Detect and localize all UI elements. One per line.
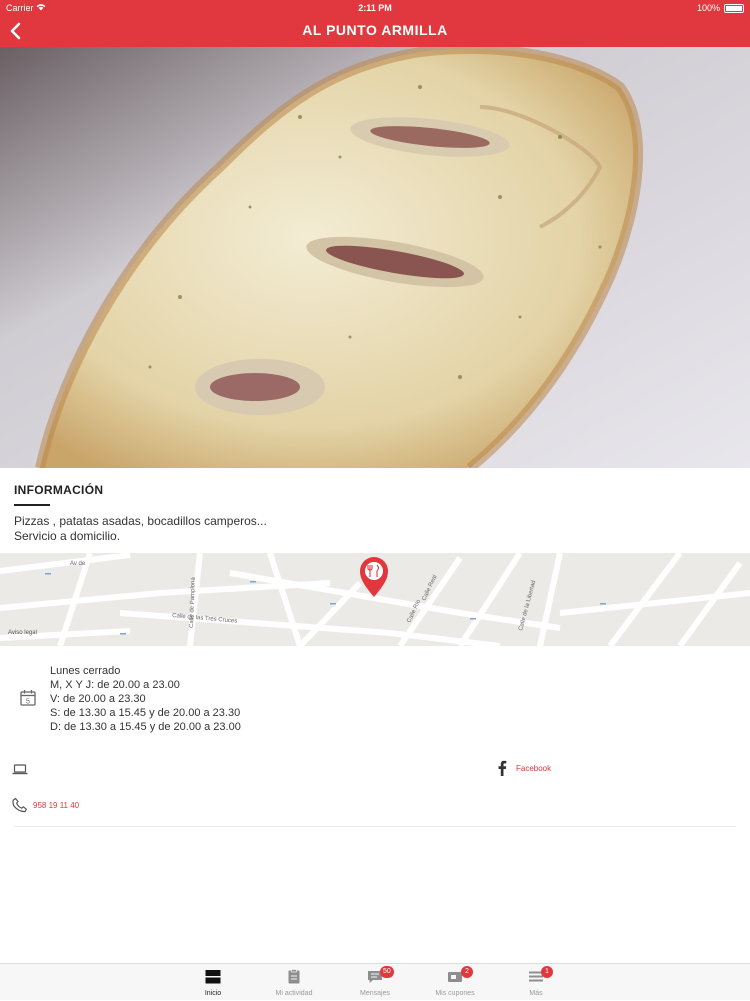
- hours-line: D: de 13.30 a 15.45 y de 20.00 a 23.00: [50, 721, 241, 733]
- battery-icon: [724, 4, 744, 13]
- opening-hours: Lunes cerrado M, X Y J: de 20.00 a 23.00…: [50, 664, 241, 734]
- tab-mas[interactable]: 1 Más: [496, 964, 576, 1001]
- facebook-link[interactable]: Facebook: [516, 764, 551, 773]
- calendar-icon: 5: [20, 689, 36, 711]
- tab-label: Mensajes: [360, 990, 390, 997]
- battery-percentage: 100%: [696, 3, 720, 13]
- hours-line: M, X Y J: de 20.00 a 23.00: [50, 679, 180, 691]
- map-pin-icon[interactable]: [360, 557, 388, 597]
- hours-line: Lunes cerrado: [50, 665, 121, 677]
- info-title: INFORMACIÓN: [14, 483, 104, 497]
- tab-inicio[interactable]: Inicio: [173, 964, 253, 1001]
- messages-badge: 50: [380, 966, 394, 978]
- info-title-underline: [14, 504, 50, 506]
- status-time: 2:11 PM: [358, 3, 392, 13]
- header: Carrier 2:11 PM 100% AL PUNTO ARMILLA: [0, 0, 750, 47]
- hours-line: V: de 20.00 a 23.30: [50, 693, 146, 705]
- location-map[interactable]: Av de Calle de Pamplona Calle de las Tre…: [0, 553, 750, 646]
- clipboard-icon: [286, 969, 302, 984]
- tab-label: Más: [529, 990, 543, 997]
- more-badge: 1: [541, 966, 553, 978]
- tab-label: Mis cupones: [435, 990, 475, 997]
- tab-label: Mi actividad: [275, 990, 313, 997]
- status-bar: Carrier 2:11 PM 100%: [0, 0, 750, 16]
- map-street-label: Calle de las Tres Cruces: [172, 613, 238, 625]
- phone-icon[interactable]: [12, 797, 28, 818]
- phone-link[interactable]: 958 19 11 40: [33, 801, 79, 810]
- svg-text:5: 5: [26, 699, 30, 706]
- tab-bar: Inicio Mi actividad 50 Mensajes 2 Mis cu…: [0, 963, 750, 1000]
- info-description: Pizzas , patatas asadas, bocadillos camp…: [14, 514, 267, 544]
- tab-mensajes[interactable]: 50 Mensajes: [335, 964, 415, 1001]
- tab-mi-actividad[interactable]: Mi actividad: [254, 964, 334, 1001]
- map-street-label: Av de: [70, 561, 86, 567]
- tab-label: Inicio: [204, 990, 222, 997]
- laptop-icon[interactable]: [12, 762, 28, 780]
- map-legal-link[interactable]: Aviso legal: [8, 630, 37, 636]
- facebook-icon[interactable]: [497, 760, 507, 781]
- hours-line: S: de 13.30 a 15.45 y de 20.00 a 23.30: [50, 707, 241, 719]
- info-description-line: Servicio a domicilio.: [14, 529, 121, 543]
- info-description-line: Pizzas , patatas asadas, bocadillos camp…: [14, 514, 267, 528]
- map-streets: Av de Calle de Pamplona Calle de las Tre…: [0, 553, 750, 646]
- section-divider: [14, 826, 736, 827]
- restaurant-photo: [0, 47, 750, 468]
- home-icon: [205, 969, 221, 984]
- page-title: AL PUNTO ARMILLA: [302, 22, 448, 38]
- tab-mis-cupones[interactable]: 2 Mis cupones: [415, 964, 495, 1001]
- coupons-badge: 2: [461, 966, 473, 978]
